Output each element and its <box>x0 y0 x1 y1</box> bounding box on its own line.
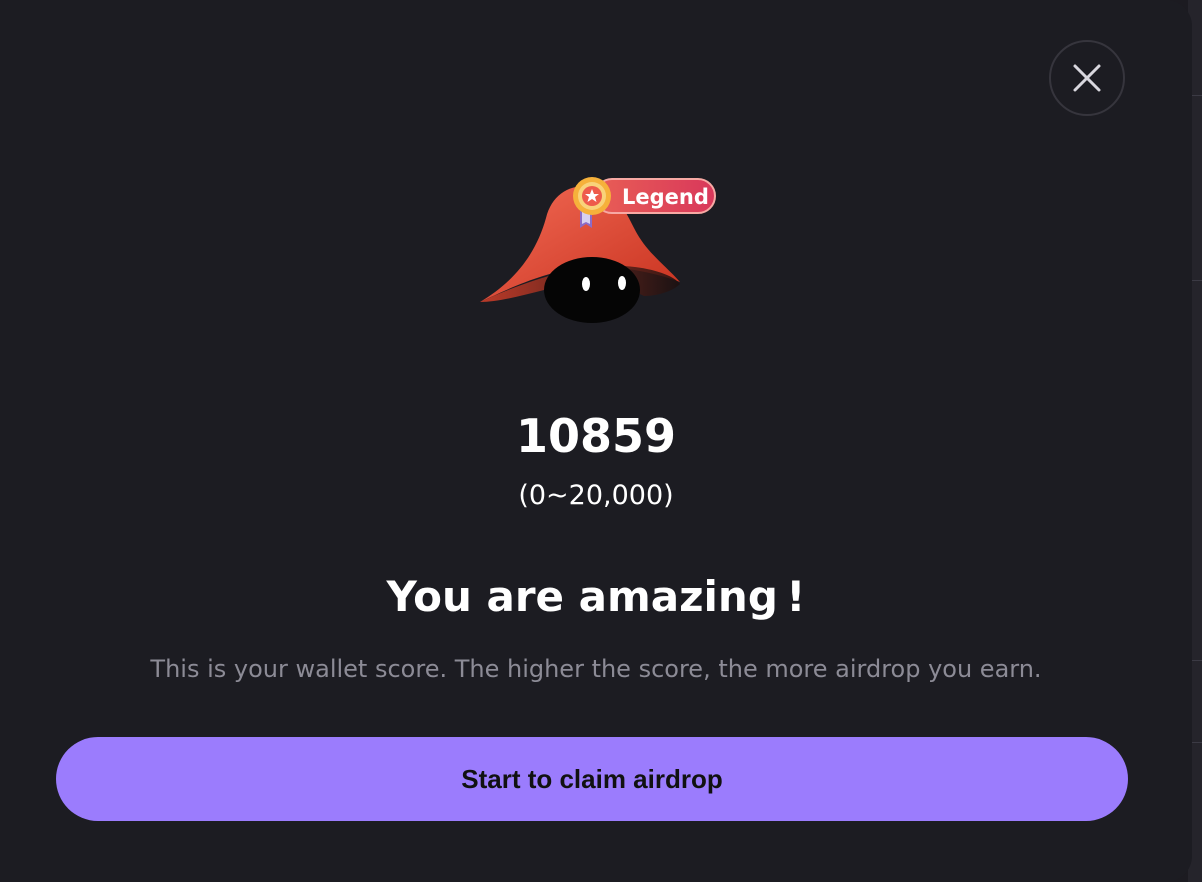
wallet-score-value: 10859 <box>515 409 677 463</box>
description: This is your wallet score. The higher th… <box>150 655 1042 683</box>
headline: You are amazing ! <box>386 572 806 621</box>
medal-icon <box>573 177 611 228</box>
claim-airdrop-button[interactable]: Start to claim airdrop <box>56 737 1128 821</box>
close-button[interactable] <box>1049 40 1125 116</box>
wallet-score-range: (0~20,000) <box>518 480 674 511</box>
wallet-score-modal: Legend 10859 (0~20,000) You are amazing … <box>0 0 1192 882</box>
rank-badge-label: Legend <box>622 185 709 209</box>
rank-badge: Legend <box>568 176 720 228</box>
close-icon <box>1073 64 1101 92</box>
